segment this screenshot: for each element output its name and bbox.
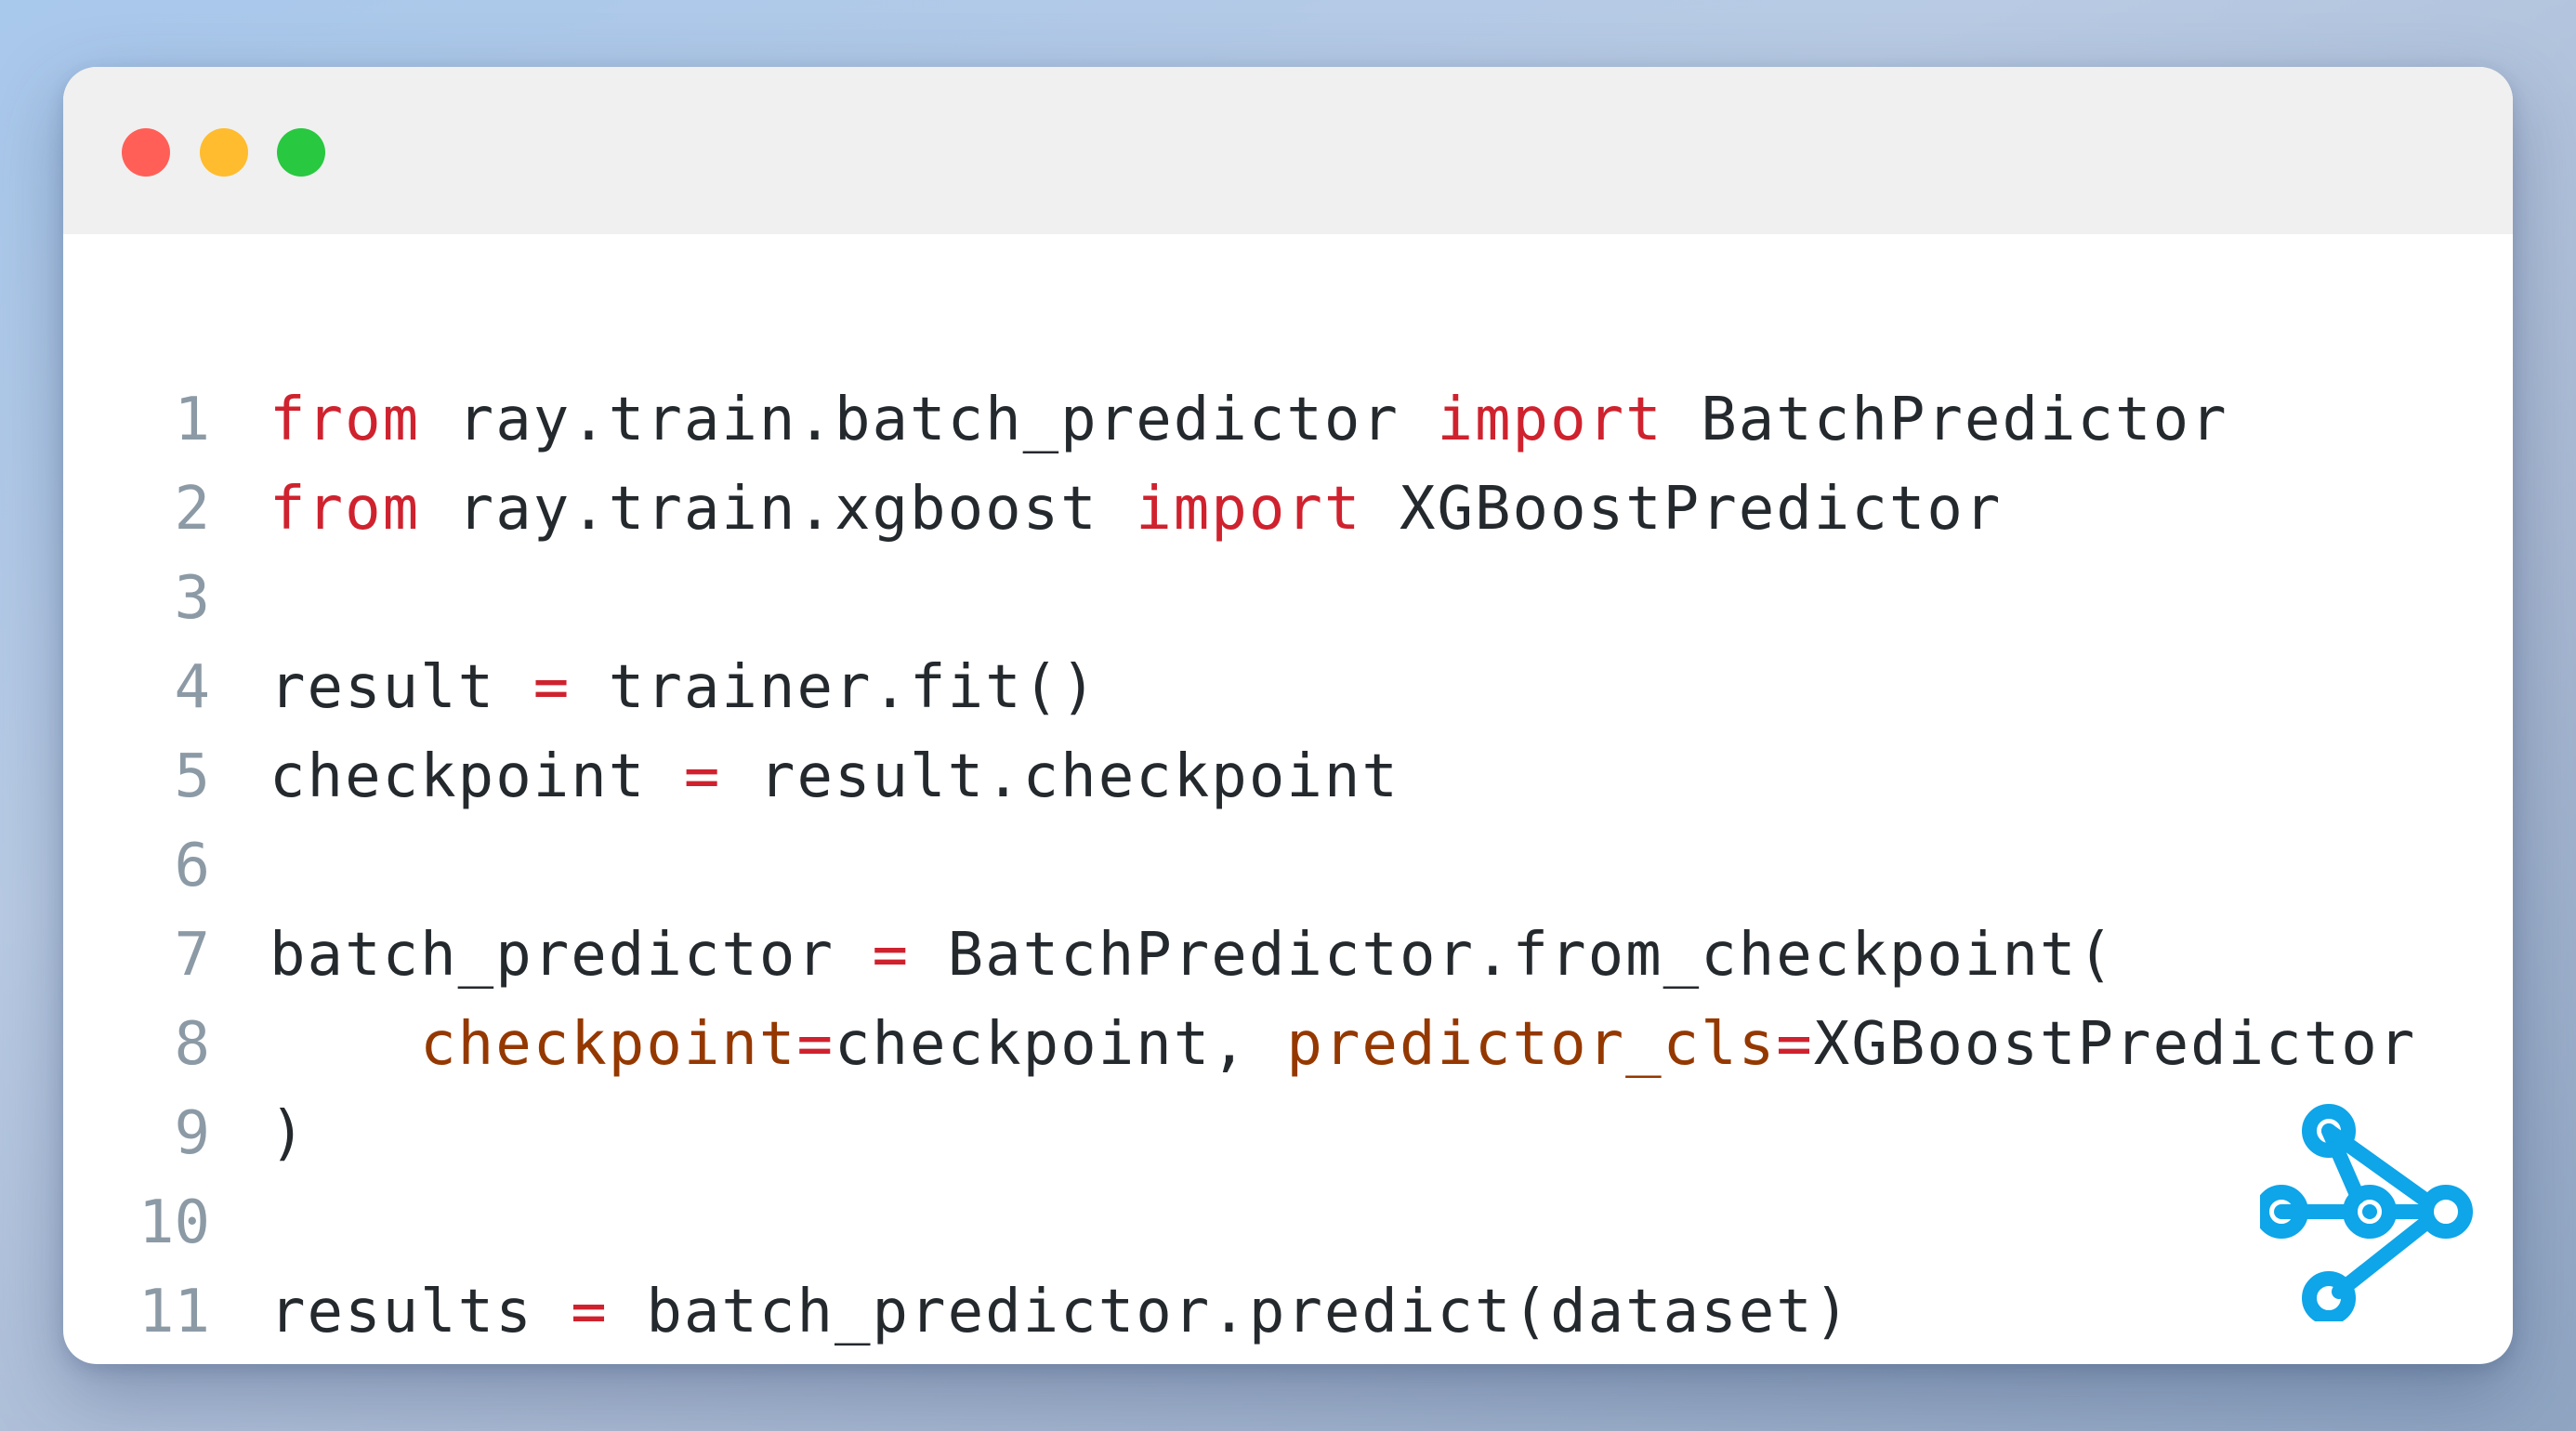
line-number: 11 [138,1278,210,1346]
code-text: from ray.train.xgboost import XGBoostPre… [269,465,2002,554]
keyword-token: import [1437,386,1663,454]
code-token: XGBoostPredictor [1361,475,2003,544]
code-window: 1 from ray.train.batch_predictor import B… [63,67,2513,1364]
code-token: batch_predictor [269,921,873,990]
code-text: checkpoint=checkpoint, predictor_cls=XGB… [269,1000,2416,1089]
operator-token: = [571,1278,609,1346]
title-bar [63,67,2513,234]
code-token: checkpoint [269,742,684,811]
line-number: 10 [138,1188,210,1257]
operator-token: = [532,653,572,722]
code-text: checkpoint = result.checkpoint [269,732,1400,821]
argument-token: checkpoint [420,1010,797,1079]
code-text: batch_predictor = BatchPredictor.from_ch… [269,911,2115,1000]
operator-token: = [683,742,722,811]
ray-logo-icon [2260,1104,2473,1321]
line-number: 5 [174,742,210,811]
line-number: 4 [174,653,210,722]
keyword-token: from [269,386,421,454]
keyword-token: import [1136,475,1362,544]
code-token: result [269,653,533,722]
maximize-button[interactable] [277,128,325,177]
operator-token: = [796,1010,835,1079]
code-text: from ray.train.batch_predictor import Ba… [269,375,2228,465]
code-token: XGBoostPredictor [1813,1010,2417,1079]
line-number: 2 [174,475,210,544]
line-number: 3 [174,564,210,633]
code-token: batch_predictor.predict(dataset) [608,1278,1852,1346]
line-number: 8 [174,1010,210,1079]
operator-token: = [1776,1010,1814,1079]
line-number: 1 [174,386,210,454]
code-token: trainer.fit() [571,653,1098,722]
code-text: result = trainer.fit() [269,643,1098,732]
code-text: ) [269,1089,308,1178]
code-token: ray.train.batch_predictor [420,386,1438,454]
code-token: checkpoint, [834,1010,1287,1079]
code-token: BatchPredictor [1663,386,2228,454]
argument-token: predictor_cls [1286,1010,1777,1079]
code-token: ray.train.xgboost [420,475,1137,544]
operator-token: = [872,921,911,990]
close-button[interactable] [122,128,170,177]
code-token: ) [269,1099,308,1168]
line-number: 7 [174,921,210,990]
code-token: results [269,1278,572,1346]
code-text: results = batch_predictor.predict(datase… [269,1267,1851,1357]
keyword-token: from [269,475,421,544]
code-token: result.checkpoint [721,742,1400,811]
line-number: 9 [174,1099,210,1168]
minimize-button[interactable] [200,128,248,177]
line-number: 6 [174,832,210,900]
code-token: BatchPredictor.from_checkpoint( [910,921,2116,990]
